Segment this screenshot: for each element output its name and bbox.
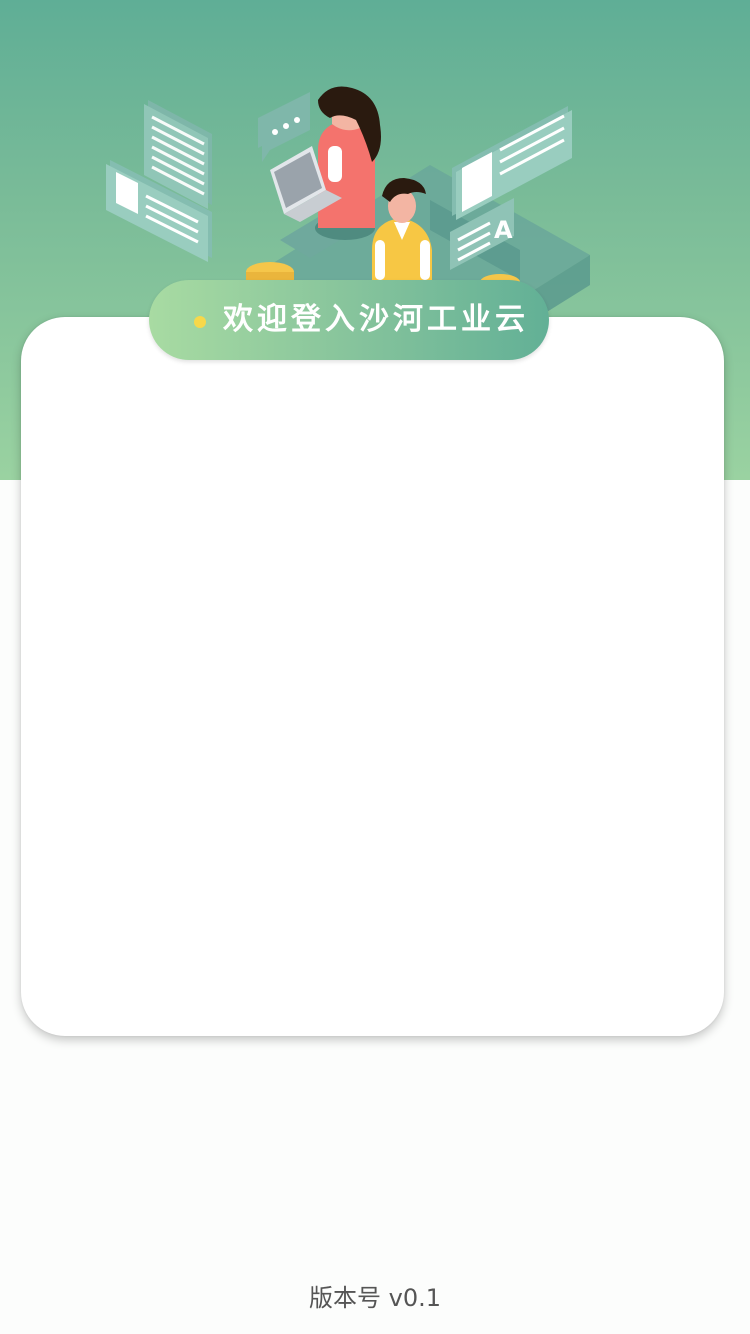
welcome-title: 欢迎登入沙河工业云 [223,302,529,337]
svg-text:A: A [494,216,513,244]
bullet-dot-icon [194,316,206,328]
chat-bubble-icon [258,92,310,162]
login-card [21,317,724,1036]
welcome-banner: 欢迎登入沙河工业云 [149,280,549,360]
version-label: 版本号 v0.1 [309,1284,441,1312]
login-page: A 欢迎登入沙河工业云 版本号 v0.1 [0,0,750,1334]
